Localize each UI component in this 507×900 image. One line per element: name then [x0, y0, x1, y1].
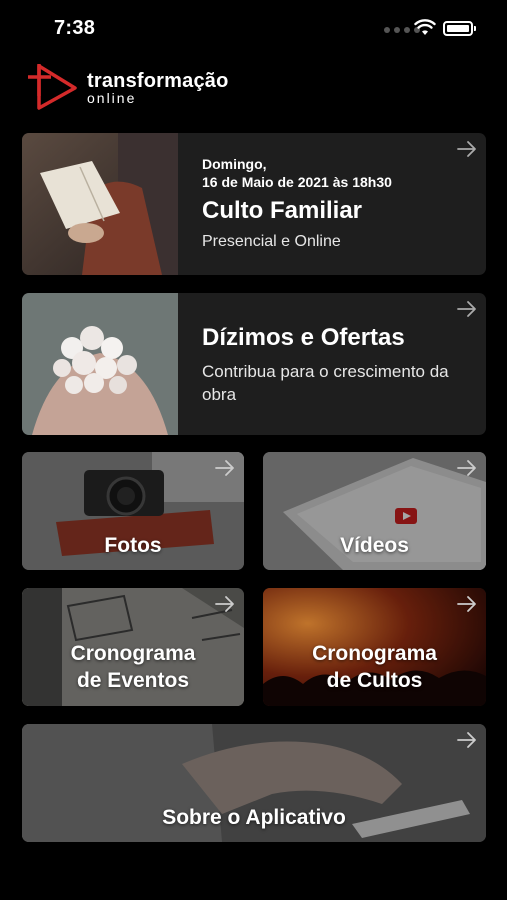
arrow-right-icon	[215, 459, 235, 477]
logo-subtitle: online	[87, 90, 137, 106]
cronograma-eventos-tile[interactable]: Cronograma de Eventos	[22, 588, 244, 706]
fotos-label: Fotos	[104, 534, 162, 557]
dizimos-title: Dízimos e Ofertas	[202, 324, 405, 351]
culto-subtitle: Presencial e Online	[202, 233, 341, 250]
sobre-aplicativo-label: Sobre o Aplicativo	[162, 806, 346, 829]
cronograma-cultos-label: Cronograma de Cultos	[312, 642, 437, 692]
sobre-aplicativo-tile[interactable]: Sobre o Aplicativo	[22, 724, 486, 842]
arrow-right-icon	[457, 731, 477, 749]
videos-tile[interactable]: Vídeos	[263, 452, 486, 570]
book-reading-photo	[22, 133, 178, 275]
fotos-tile[interactable]: Fotos	[22, 452, 244, 570]
flowers-hands-photo	[22, 293, 178, 435]
cronograma-cultos-tile[interactable]: Cronograma de Cultos	[263, 588, 486, 706]
culto-familiar-card[interactable]: Domingo, 16 de Maio de 2021 às 18h30 Cul…	[22, 133, 486, 275]
status-bar: 7:38	[0, 0, 507, 56]
logo-play-cross-icon	[28, 64, 77, 110]
battery-icon	[443, 21, 476, 36]
arrow-right-icon	[457, 595, 477, 613]
status-time: 7:38	[54, 17, 96, 39]
dizimos-subtitle: Contribua para o crescimento da obra	[202, 362, 449, 404]
wifi-icon	[414, 19, 436, 35]
dizimos-ofertas-card[interactable]: Dízimos e Ofertas Contribua para o cresc…	[22, 293, 486, 435]
culto-title: Culto Familiar	[202, 197, 363, 224]
culto-date: Domingo, 16 de Maio de 2021 às 18h30	[202, 156, 392, 190]
arrow-right-icon	[457, 300, 477, 318]
videos-label: Vídeos	[340, 534, 409, 557]
app-logo: transformação online	[25, 62, 255, 112]
arrow-right-icon	[215, 595, 235, 613]
cronograma-eventos-label: Cronograma de Eventos	[70, 642, 196, 692]
arrow-right-icon	[457, 140, 477, 158]
arrow-right-icon	[457, 459, 477, 477]
